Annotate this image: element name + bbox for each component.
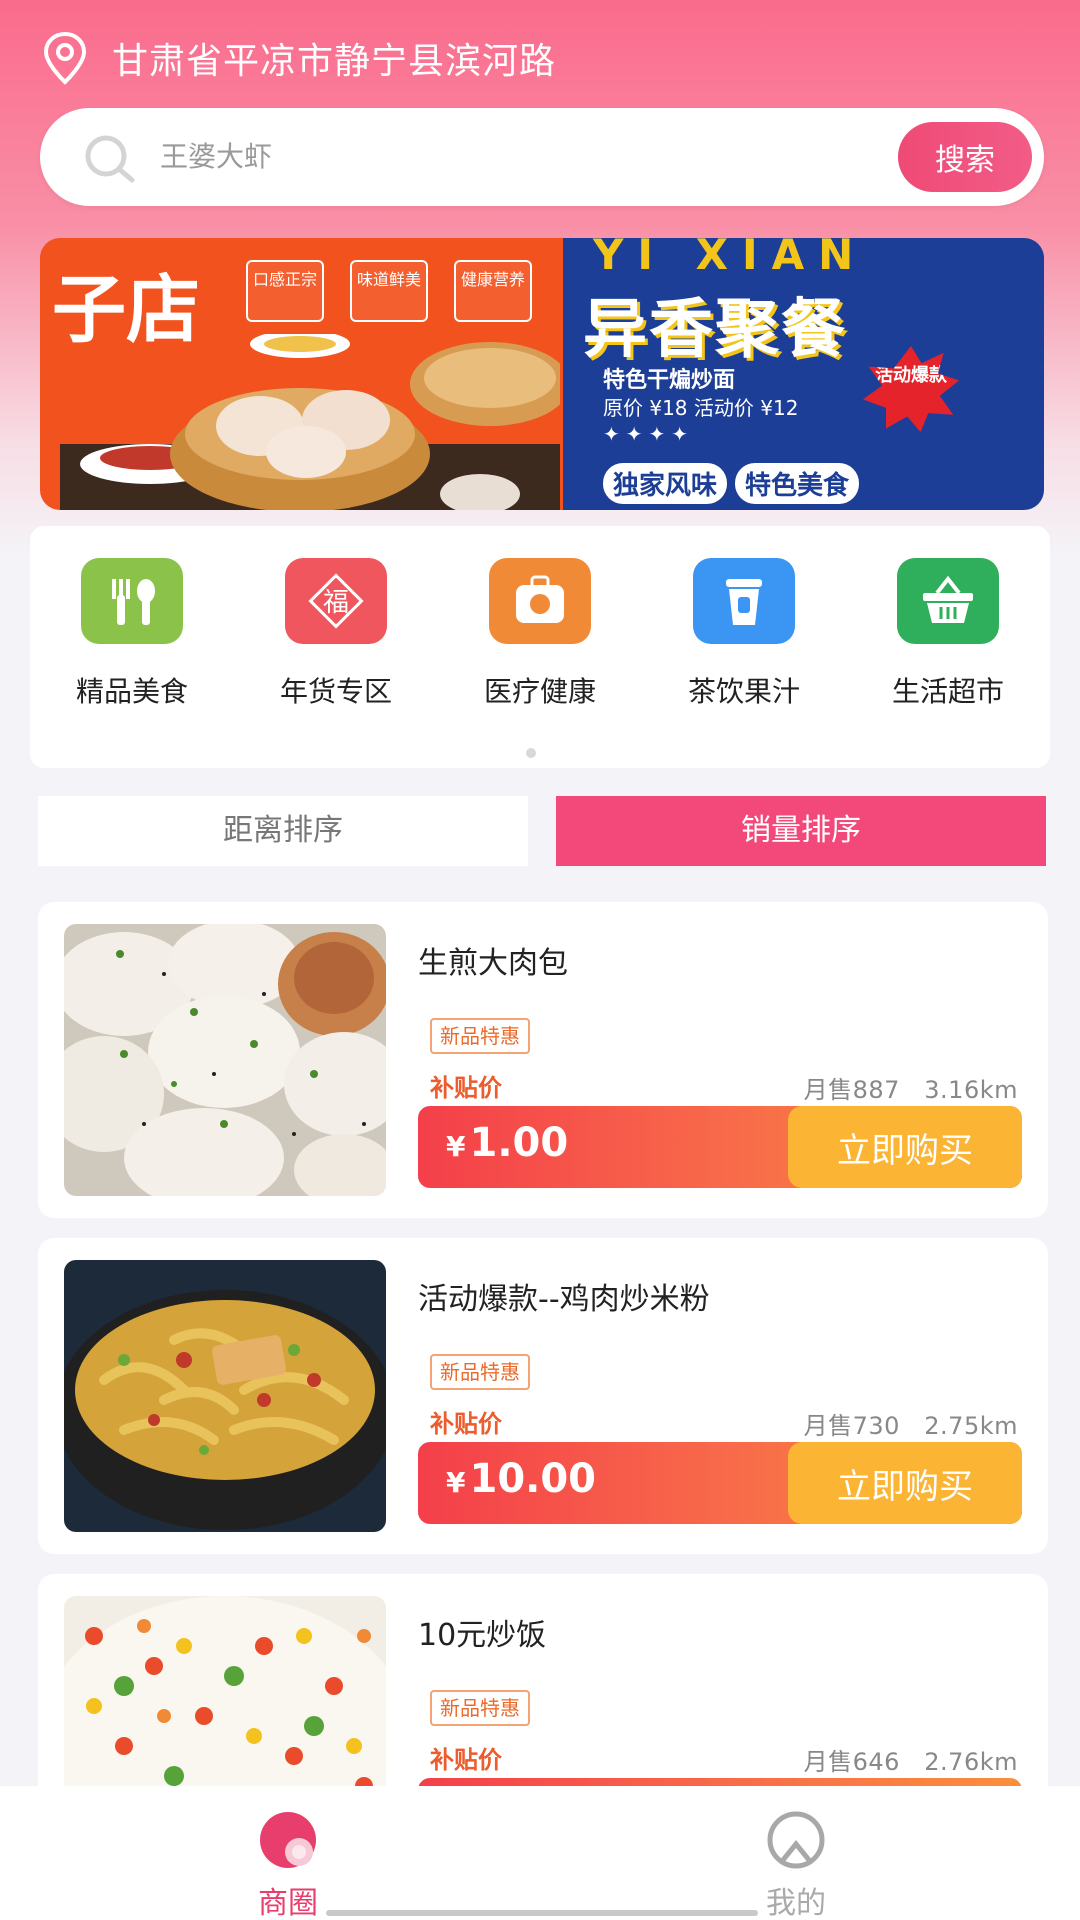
sales-info: 月售646 2.76km xyxy=(804,1742,1018,1777)
location-bar[interactable]: 甘肃省平凉市静宁县滨河路 xyxy=(40,28,556,88)
currency-symbol: ¥ xyxy=(446,1466,466,1499)
category-drinks[interactable]: 茶饮果汁 xyxy=(654,558,834,710)
search-icon xyxy=(85,135,135,183)
product-card[interactable]: 10元炒饭 新品特惠 补贴价 月售646 2.76km xyxy=(38,1574,1048,1860)
banner-strip-text: 特色美食 xyxy=(735,463,860,504)
distance: 2.76km xyxy=(924,1748,1018,1776)
shopping-basket-icon xyxy=(897,558,999,644)
banner-en-title: YI XIAN xyxy=(593,238,868,279)
sales-info: 月售730 2.75km xyxy=(804,1406,1018,1441)
category-supermarket[interactable]: 生活超市 xyxy=(858,558,1038,710)
nav-item-business-circle[interactable]: 商圈 xyxy=(188,1810,388,1920)
tab-sales-sort[interactable]: 销量排序 xyxy=(556,796,1046,866)
category-fine-food[interactable]: 精品美食 xyxy=(42,558,222,710)
category-label: 医疗健康 xyxy=(483,675,596,708)
tab-distance-sort[interactable]: 距离排序 xyxy=(38,796,528,866)
promo-banner[interactable]: 子店 口感正宗 味道鲜美 健康营养 YI XIAN 异香聚餐 特色干煸炒面 原价… xyxy=(40,238,1044,510)
category-label: 精品美食 xyxy=(75,675,188,708)
product-name: 活动爆款--鸡肉炒米粉 xyxy=(418,1282,710,1317)
price: ¥10.00 xyxy=(446,1456,596,1502)
banner-prices: 原价 ¥18 活动价 ¥12 xyxy=(603,396,799,420)
monthly-sales: 月售730 xyxy=(803,1412,900,1440)
promo-badge: 新品特惠 xyxy=(430,1018,530,1054)
medicine-kit-icon xyxy=(489,558,591,644)
svg-text:福: 福 xyxy=(323,588,349,618)
fu-character-icon: 福 xyxy=(285,558,387,644)
bottom-nav: 商圈 我的 xyxy=(0,1786,1080,1920)
banner-tag: 味道鲜美 xyxy=(350,260,428,322)
sales-info: 月售887 3.16km xyxy=(804,1070,1018,1105)
steamed-buns-image xyxy=(60,334,560,510)
product-image-pan-fried-buns[interactable] xyxy=(64,924,386,1196)
banner-slide-shop: 子店 口感正宗 味道鲜美 健康营养 xyxy=(40,238,563,510)
location-text: 甘肃省平凉市静宁县滨河路 xyxy=(112,41,557,82)
category-health[interactable]: 医疗健康 xyxy=(450,558,630,710)
category-label: 年货专区 xyxy=(279,675,392,708)
monthly-sales: 月售646 xyxy=(803,1748,900,1776)
banner-tag: 口感正宗 xyxy=(246,260,324,322)
price-bar: ¥10.00 立即购买 xyxy=(418,1442,1022,1524)
category-new-year-goods[interactable]: 福 年货专区 xyxy=(246,558,426,710)
search-input[interactable] xyxy=(160,128,760,184)
category-label: 生活超市 xyxy=(891,675,1004,708)
product-image-fried-rice[interactable] xyxy=(64,1596,386,1814)
category-panel: 精品美食 福 年货专区 医疗健康 茶饮果汁 生活超市 xyxy=(30,526,1050,768)
price-value: 10.00 xyxy=(469,1456,597,1502)
price-bar: ¥1.00 立即购买 xyxy=(418,1106,1022,1188)
banner-cn-title: 异香聚餐 xyxy=(583,293,847,367)
product-image-chicken-rice-noodles[interactable] xyxy=(64,1260,386,1532)
price: ¥1.00 xyxy=(446,1120,568,1166)
banner-strip-text: 独家风味 xyxy=(603,463,728,504)
user-profile-icon xyxy=(767,1811,825,1869)
monthly-sales: 月售887 xyxy=(803,1076,900,1104)
search-bar: 搜索 xyxy=(40,108,1044,206)
banner-burst-badge: 活动爆款 xyxy=(863,346,959,432)
banner-slide-restaurant: YI XIAN 异香聚餐 特色干煸炒面 原价 ¥18 活动价 ¥12 ✦✦✦✦ … xyxy=(563,238,1044,510)
distance: 2.75km xyxy=(924,1412,1018,1440)
promo-badge: 新品特惠 xyxy=(430,1690,530,1726)
promo-badge: 新品特惠 xyxy=(430,1354,530,1390)
banner-subtitle: 特色干煸炒面 xyxy=(603,368,736,393)
business-circle-icon xyxy=(260,1812,316,1868)
product-card[interactable]: 生煎大肉包 新品特惠 补贴价 月售887 3.16km ¥1.00 立即购买 xyxy=(38,902,1048,1218)
subsidy-price-label: 补贴价 xyxy=(430,1410,502,1438)
pager-dot xyxy=(526,748,536,758)
product-card[interactable]: 活动爆款--鸡肉炒米粉 新品特惠 补贴价 月售730 2.75km ¥10.00… xyxy=(38,1238,1048,1554)
buy-now-button[interactable]: 立即购买 xyxy=(788,1106,1022,1188)
product-name: 10元炒饭 xyxy=(418,1618,547,1653)
fork-spoon-icon xyxy=(81,558,183,644)
banner-stars: ✦✦✦✦ xyxy=(603,422,695,446)
banner-tag: 健康营养 xyxy=(454,260,532,322)
subsidy-price-label: 补贴价 xyxy=(430,1746,502,1774)
nav-item-mine[interactable]: 我的 xyxy=(696,1810,896,1920)
location-pin-icon xyxy=(43,31,87,85)
currency-symbol: ¥ xyxy=(446,1130,466,1163)
buy-now-button[interactable]: 立即购买 xyxy=(788,1442,1022,1524)
cup-icon xyxy=(693,558,795,644)
product-name: 生煎大肉包 xyxy=(418,946,568,981)
price-value: 1.00 xyxy=(469,1120,569,1166)
banner-bottom-strip: 独家风味 特色美食 xyxy=(603,463,860,504)
search-button[interactable]: 搜索 xyxy=(898,122,1032,192)
category-label: 茶饮果汁 xyxy=(687,675,800,708)
distance: 3.16km xyxy=(924,1076,1018,1104)
subsidy-price-label: 补贴价 xyxy=(430,1074,502,1102)
home-indicator xyxy=(326,1910,758,1916)
